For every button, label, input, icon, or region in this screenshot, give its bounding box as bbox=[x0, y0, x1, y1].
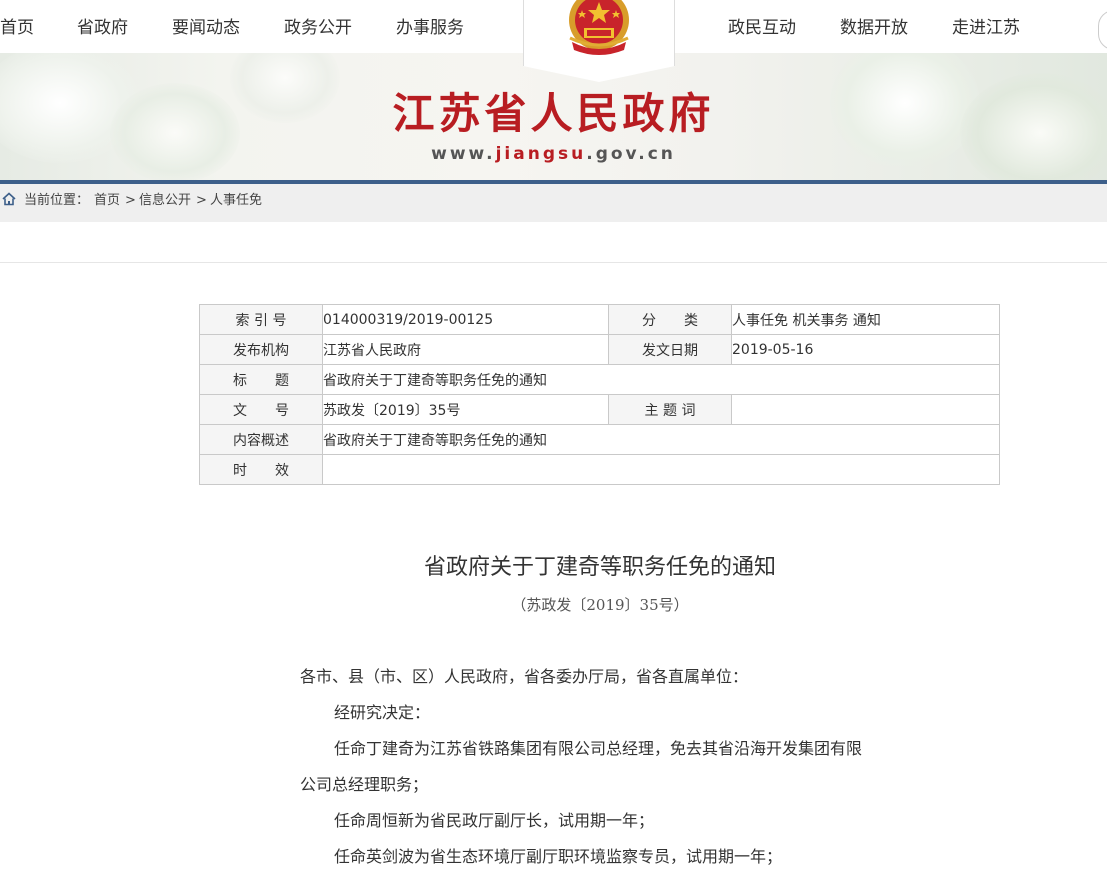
table-row: 时 效 bbox=[199, 454, 1000, 485]
nav-news[interactable]: 要闻动态 bbox=[172, 17, 240, 39]
breadcrumb-separator: > bbox=[125, 193, 136, 208]
nav-home[interactable]: 首页 bbox=[0, 17, 34, 39]
document-paragraph: 任命丁建奇为江苏省铁路集团有限公司总经理，免去其省沿海开发集团有限 bbox=[334, 739, 863, 758]
nav-provincial-government[interactable]: 省政府 bbox=[77, 17, 128, 39]
index-value: 014000319/2019-00125 bbox=[322, 304, 609, 335]
nav-about-jiangsu[interactable]: 走进江苏 bbox=[952, 17, 1020, 39]
site-title: 江苏省人民政府 bbox=[392, 89, 715, 138]
document-paragraph: 经研究决定： bbox=[334, 703, 431, 722]
site-url-suffix: .gov.cn bbox=[586, 144, 676, 164]
date-label: 发文日期 bbox=[608, 334, 732, 365]
docno-value: 苏政发〔2019〕35号 bbox=[322, 394, 609, 425]
document-paragraph: 各市、县（市、区）人民政府，省各委办厅局，省各直属单位： bbox=[300, 667, 749, 686]
org-label: 发布机构 bbox=[199, 334, 323, 365]
title-value: 省政府关于丁建奇等职务任免的通知 bbox=[322, 364, 1000, 395]
nav-open-data[interactable]: 数据开放 bbox=[840, 17, 908, 39]
validity-label: 时 效 bbox=[199, 454, 323, 485]
home-icon bbox=[2, 192, 16, 210]
document-metadata-table: 索 引 号 014000319/2019-00125 分 类 人事任免 机关事务… bbox=[199, 304, 1000, 485]
table-row: 索 引 号 014000319/2019-00125 分 类 人事任免 机关事务… bbox=[199, 304, 1000, 335]
document-paragraph: 任命周恒新为省民政厅副厅长，试用期一年； bbox=[334, 811, 655, 830]
national-emblem-icon[interactable] bbox=[560, 0, 638, 58]
docno-label: 文 号 bbox=[199, 394, 323, 425]
nav-services[interactable]: 办事服务 bbox=[396, 17, 464, 39]
title-label: 标 题 bbox=[199, 364, 323, 395]
site-url-prefix: www. bbox=[431, 144, 496, 164]
document-title: 省政府关于丁建奇等职务任免的通知 bbox=[423, 555, 776, 580]
keyword-value bbox=[731, 394, 1000, 425]
table-row: 内容概述 省政府关于丁建奇等职务任免的通知 bbox=[199, 424, 1000, 455]
category-label: 分 类 bbox=[608, 304, 732, 335]
document-paragraph: 任命英剑波为省生态环境厅副厅职环境监察专员，试用期一年； bbox=[334, 847, 783, 866]
validity-value bbox=[322, 454, 1000, 485]
document-paragraph: 公司总经理职务； bbox=[300, 775, 429, 794]
emblem-tab bbox=[523, 0, 675, 82]
document-number: （苏政发〔2019〕35号） bbox=[511, 596, 689, 614]
summary-value: 省政府关于丁建奇等职务任免的通知 bbox=[322, 424, 1000, 455]
site-url: www.jiangsu.gov.cn bbox=[0, 144, 1107, 164]
nav-interaction[interactable]: 政民互动 bbox=[728, 17, 796, 39]
org-value: 江苏省人民政府 bbox=[322, 334, 609, 365]
table-row: 文 号 苏政发〔2019〕35号 主 题 词 bbox=[199, 394, 1000, 425]
table-row: 标 题 省政府关于丁建奇等职务任免的通知 bbox=[199, 364, 1000, 395]
site-url-domain: jiangsu bbox=[495, 144, 587, 164]
table-row: 发布机构 江苏省人民政府 发文日期 2019-05-16 bbox=[199, 334, 1000, 365]
breadcrumb-label: 当前位置： bbox=[24, 193, 90, 208]
breadcrumb-home[interactable]: 首页 bbox=[94, 184, 120, 218]
breadcrumb-info-disclosure[interactable]: 信息公开 bbox=[139, 184, 191, 218]
breadcrumb-separator: > bbox=[196, 193, 207, 208]
content-divider bbox=[0, 262, 1107, 263]
index-label: 索 引 号 bbox=[199, 304, 323, 335]
category-value: 人事任免 机关事务 通知 bbox=[731, 304, 1000, 335]
summary-label: 内容概述 bbox=[199, 424, 323, 455]
search-button[interactable] bbox=[1098, 10, 1107, 50]
nav-government-affairs[interactable]: 政务公开 bbox=[284, 17, 352, 39]
breadcrumb-current: 人事任免 bbox=[210, 193, 263, 208]
breadcrumb: 当前位置： 首页 > 信息公开 > 人事任免 bbox=[0, 184, 1107, 222]
keyword-label: 主 题 词 bbox=[608, 394, 732, 425]
date-value: 2019-05-16 bbox=[731, 334, 1000, 365]
